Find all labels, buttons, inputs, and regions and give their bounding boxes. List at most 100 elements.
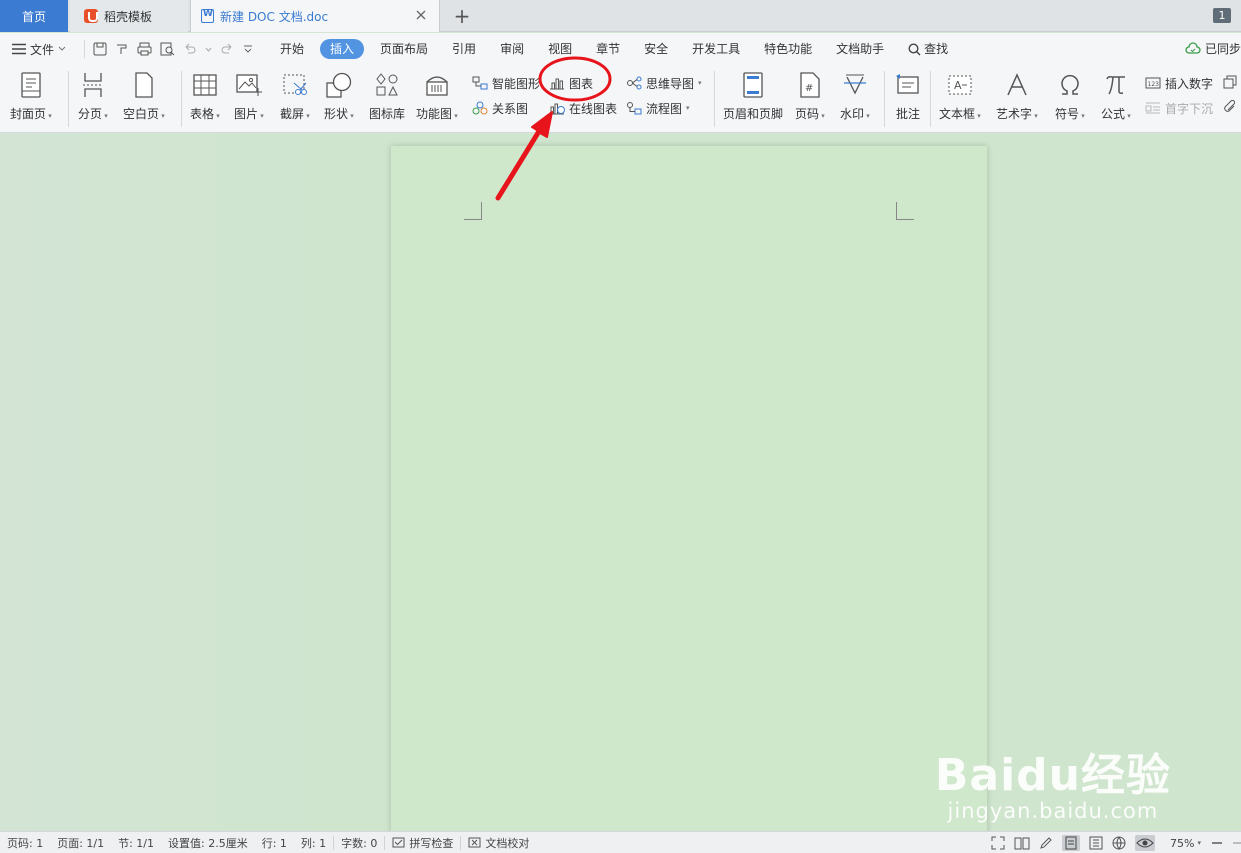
menu-tab-chapter[interactable]: 章节 [584, 39, 632, 59]
tab-daoke-label: 稻壳模板 [104, 9, 153, 24]
attachment-icon[interactable] [1223, 100, 1237, 114]
text-box-button[interactable]: A 文本框 [939, 71, 981, 122]
undo-dropdown-icon[interactable] [205, 47, 212, 52]
online-chart-button[interactable]: 在线图表 [549, 98, 617, 118]
menu-tab-developer[interactable]: 开发工具 [680, 39, 752, 59]
tab-home-label: 首页 [21, 9, 46, 24]
plus-icon: + [453, 4, 471, 28]
drop-cap-button[interactable]: 首字下沉 [1145, 98, 1213, 118]
status-line[interactable]: 行: 1 [255, 835, 294, 851]
watermark-label: 水印 [840, 105, 870, 122]
zoom-slider-icon[interactable] [1233, 837, 1241, 849]
menu-tab-security[interactable]: 安全 [632, 39, 680, 59]
print-icon[interactable] [137, 42, 152, 56]
ribbon-divider [884, 71, 885, 127]
menu-tab-features[interactable]: 特色功能 [752, 39, 824, 59]
menu-tab-page-layout[interactable]: 页面布局 [368, 39, 440, 59]
document-page[interactable] [391, 146, 987, 831]
word-art-button[interactable]: 艺术字 [996, 71, 1038, 122]
formula-button[interactable]: 公式 [1101, 71, 1131, 122]
page-view-icon[interactable] [1062, 835, 1081, 851]
menu-tab-doc-assistant[interactable]: 文档助手 [824, 39, 896, 59]
window-count-label: 1 [1218, 9, 1226, 22]
icon-library-icon [376, 73, 398, 96]
search-button[interactable]: 查找 [896, 39, 960, 59]
close-tab-icon[interactable] [415, 9, 427, 21]
comment-label: 批注 [895, 107, 920, 121]
margin-corner-marker [464, 202, 482, 220]
tab-document[interactable]: 新建 DOC 文档.doc [190, 0, 440, 32]
save-icon[interactable] [93, 42, 107, 56]
spell-check-button[interactable]: 拼写检查 [385, 835, 460, 851]
status-position[interactable]: 设置值: 2.5厘米 [161, 835, 255, 851]
table-label: 表格 [190, 105, 220, 122]
undo-icon[interactable] [183, 42, 197, 56]
header-footer-button[interactable]: 页眉和页脚 [723, 71, 783, 122]
chart-label: 图表 [569, 76, 594, 91]
print-preview-icon[interactable] [160, 42, 175, 56]
screenshot-label: 截屏 [280, 105, 310, 122]
status-page-number[interactable]: 页码: 1 [0, 835, 50, 851]
cover-page-button[interactable]: 封面页 [10, 71, 52, 122]
object-icon[interactable] [1223, 75, 1237, 89]
status-pages[interactable]: 页面: 1/1 [50, 835, 111, 851]
flowchart-button[interactable]: 流程图 ▾ [626, 98, 690, 118]
chart-button[interactable]: 图表 [549, 73, 593, 93]
tab-home[interactable]: 首页 [0, 0, 68, 32]
fullscreen-icon[interactable] [991, 836, 1005, 850]
header-footer-icon [743, 72, 763, 98]
menu-tab-references[interactable]: 引用 [440, 39, 488, 59]
picture-button[interactable]: 图片 [234, 71, 264, 122]
customize-toolbar-icon[interactable] [242, 43, 254, 55]
page-break-button[interactable]: 分页 [78, 71, 108, 122]
watermark-brand: Baidu经验 [934, 750, 1171, 801]
status-word-count[interactable]: 字数: 0 [334, 835, 384, 851]
watermark-button[interactable]: 水印 [840, 71, 870, 122]
status-section[interactable]: 节: 1/1 [111, 835, 161, 851]
page-number-button[interactable]: # 页码 [795, 71, 825, 122]
tab-daoke-templates[interactable]: 稻壳模板 [70, 0, 188, 32]
proofread-button[interactable]: 文档校对 [461, 835, 536, 851]
function-chart-button[interactable]: 功能图 [416, 71, 458, 122]
screenshot-button[interactable]: 截屏 [280, 71, 310, 122]
blank-page-button[interactable]: 空白页 [123, 71, 165, 122]
relation-chart-button[interactable]: 关系图 [472, 98, 528, 118]
new-tab-button[interactable]: + [450, 0, 474, 32]
symbol-button[interactable]: 符号 [1055, 71, 1085, 122]
format-painter-icon[interactable] [115, 42, 129, 56]
chevron-down-icon [58, 46, 66, 51]
svg-text:#: # [805, 83, 813, 94]
redo-icon[interactable] [220, 42, 234, 56]
read-mode-icon[interactable] [1014, 836, 1030, 850]
shape-button[interactable]: 形状 [324, 71, 354, 122]
outline-view-icon[interactable] [1089, 836, 1103, 850]
function-chart-label: 功能图 [416, 105, 458, 122]
smart-art-button[interactable]: 智能图形 [472, 73, 539, 93]
menu-tab-view[interactable]: 视图 [536, 39, 584, 59]
zoom-out-icon[interactable] [1210, 837, 1224, 849]
status-column[interactable]: 列: 1 [294, 835, 333, 851]
menu-tab-review[interactable]: 审阅 [488, 39, 536, 59]
scissors-icon [283, 74, 307, 95]
window-count-badge[interactable]: 1 [1213, 8, 1231, 23]
insert-number-button[interactable]: 123 插入数字 [1145, 73, 1213, 93]
pen-icon[interactable] [1039, 836, 1053, 850]
tab-bar: 首页 稻壳模板 新建 DOC 文档.doc + 1 [0, 0, 1241, 32]
eye-protection-icon[interactable] [1135, 835, 1156, 851]
drop-cap-icon [1145, 102, 1160, 114]
mind-map-button[interactable]: 思维导图 ▾ [626, 73, 702, 93]
menu-tab-start[interactable]: 开始 [268, 39, 316, 59]
comment-button[interactable]: 批注 [894, 71, 922, 122]
menu-tab-insert[interactable]: 插入 [320, 39, 365, 59]
insert-number-icon: 123 [1145, 77, 1161, 89]
icon-library-button[interactable]: 图标库 [369, 71, 405, 122]
table-button[interactable]: 表格 [190, 71, 220, 122]
web-view-icon[interactable] [1112, 836, 1126, 850]
file-menu[interactable]: 文件 [0, 41, 84, 58]
zoom-selector[interactable]: 75% ▾ [1164, 837, 1201, 850]
formula-label: 公式 [1101, 105, 1131, 122]
picture-icon [236, 74, 262, 96]
relation-chart-label: 关系图 [492, 101, 529, 116]
dropdown-arrow-icon: ▾ [698, 79, 702, 87]
sync-status[interactable]: 已同步 [1185, 40, 1241, 57]
